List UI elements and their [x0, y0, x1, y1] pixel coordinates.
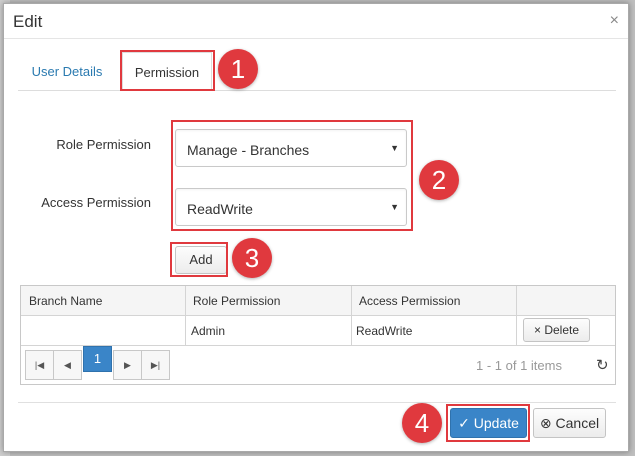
cancel-button-label: Cancel: [555, 415, 600, 431]
tab-user-details[interactable]: User Details: [18, 52, 116, 90]
callout-badge-2: 2: [419, 160, 459, 200]
pager-info: 1 - 1 of 1 items: [476, 358, 562, 373]
column-divider: [351, 286, 352, 345]
highlight-permission-selects: [171, 120, 413, 231]
prev-page-button[interactable]: ◀: [53, 350, 82, 380]
delete-button-label: Delete: [544, 323, 580, 337]
column-header-branch-name[interactable]: Branch Name: [29, 294, 102, 308]
highlight-update-button: [446, 404, 530, 442]
column-header-role-permission[interactable]: Role Permission: [193, 294, 280, 308]
highlight-add-button: [170, 242, 228, 277]
dialog-titlebar: Edit ×: [4, 4, 628, 39]
cell-access-permission: ReadWrite: [356, 324, 413, 338]
role-permission-label: Role Permission: [56, 137, 151, 152]
footer-divider: [18, 402, 616, 403]
refresh-icon[interactable]: ↻: [596, 356, 609, 374]
dialog-title: Edit: [13, 12, 43, 31]
callout-badge-3: 3: [232, 238, 272, 278]
access-permission-label: Access Permission: [41, 195, 151, 210]
tab-strip: User Details Permission: [18, 52, 616, 91]
column-divider: [516, 286, 517, 345]
close-icon: ×: [533, 323, 541, 337]
callout-badge-4: 4: [402, 403, 442, 443]
column-header-access-permission[interactable]: Access Permission: [359, 294, 460, 308]
cancel-circle-icon: ⊗: [539, 415, 552, 431]
cell-role-permission: Admin: [191, 324, 226, 338]
page-number-current[interactable]: 1: [83, 346, 112, 372]
callout-badge-1: 1: [218, 49, 258, 89]
highlight-permission-tab: [120, 50, 215, 91]
first-page-button[interactable]: |◀: [25, 350, 54, 380]
cancel-button[interactable]: ⊗ Cancel: [533, 408, 606, 438]
grid-header: [21, 286, 615, 316]
delete-button[interactable]: × Delete: [523, 318, 590, 342]
next-page-button[interactable]: ▶: [113, 350, 142, 380]
last-page-button[interactable]: ▶|: [141, 350, 170, 380]
close-icon[interactable]: ×: [610, 12, 619, 30]
column-divider: [185, 286, 186, 345]
permissions-grid: Branch Name Role Permission Access Permi…: [20, 285, 616, 385]
